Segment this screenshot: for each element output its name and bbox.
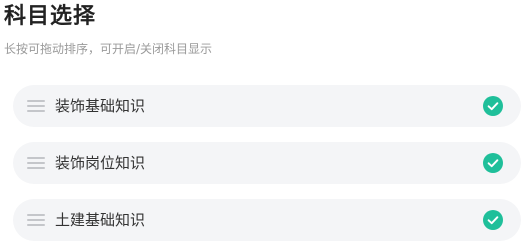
page-title: 科目选择 bbox=[4, 4, 97, 29]
subject-selection-page: 科目选择 长按可拖动排序，可开启/关闭科目显示 装饰基础知识 装饰岗位知识 土建… bbox=[0, 0, 532, 250]
drag-handle-icon[interactable] bbox=[27, 214, 45, 226]
check-circle-icon[interactable] bbox=[483, 210, 503, 230]
subject-label: 装饰基础知识 bbox=[55, 97, 146, 115]
subject-item-civil-basics[interactable]: 土建基础知识 bbox=[13, 199, 521, 241]
subject-item-decoration-position[interactable]: 装饰岗位知识 bbox=[13, 142, 521, 184]
subject-list: 装饰基础知识 装饰岗位知识 土建基础知识 bbox=[13, 85, 521, 250]
check-circle-icon[interactable] bbox=[483, 96, 503, 116]
drag-handle-icon[interactable] bbox=[27, 100, 45, 112]
page-subtitle: 长按可拖动排序，可开启/关闭科目显示 bbox=[4, 42, 213, 56]
drag-handle-icon[interactable] bbox=[27, 157, 45, 169]
subject-label: 装饰岗位知识 bbox=[55, 154, 146, 172]
subject-label: 土建基础知识 bbox=[55, 211, 146, 229]
subject-item-decoration-basics[interactable]: 装饰基础知识 bbox=[13, 85, 521, 127]
check-circle-icon[interactable] bbox=[483, 153, 503, 173]
